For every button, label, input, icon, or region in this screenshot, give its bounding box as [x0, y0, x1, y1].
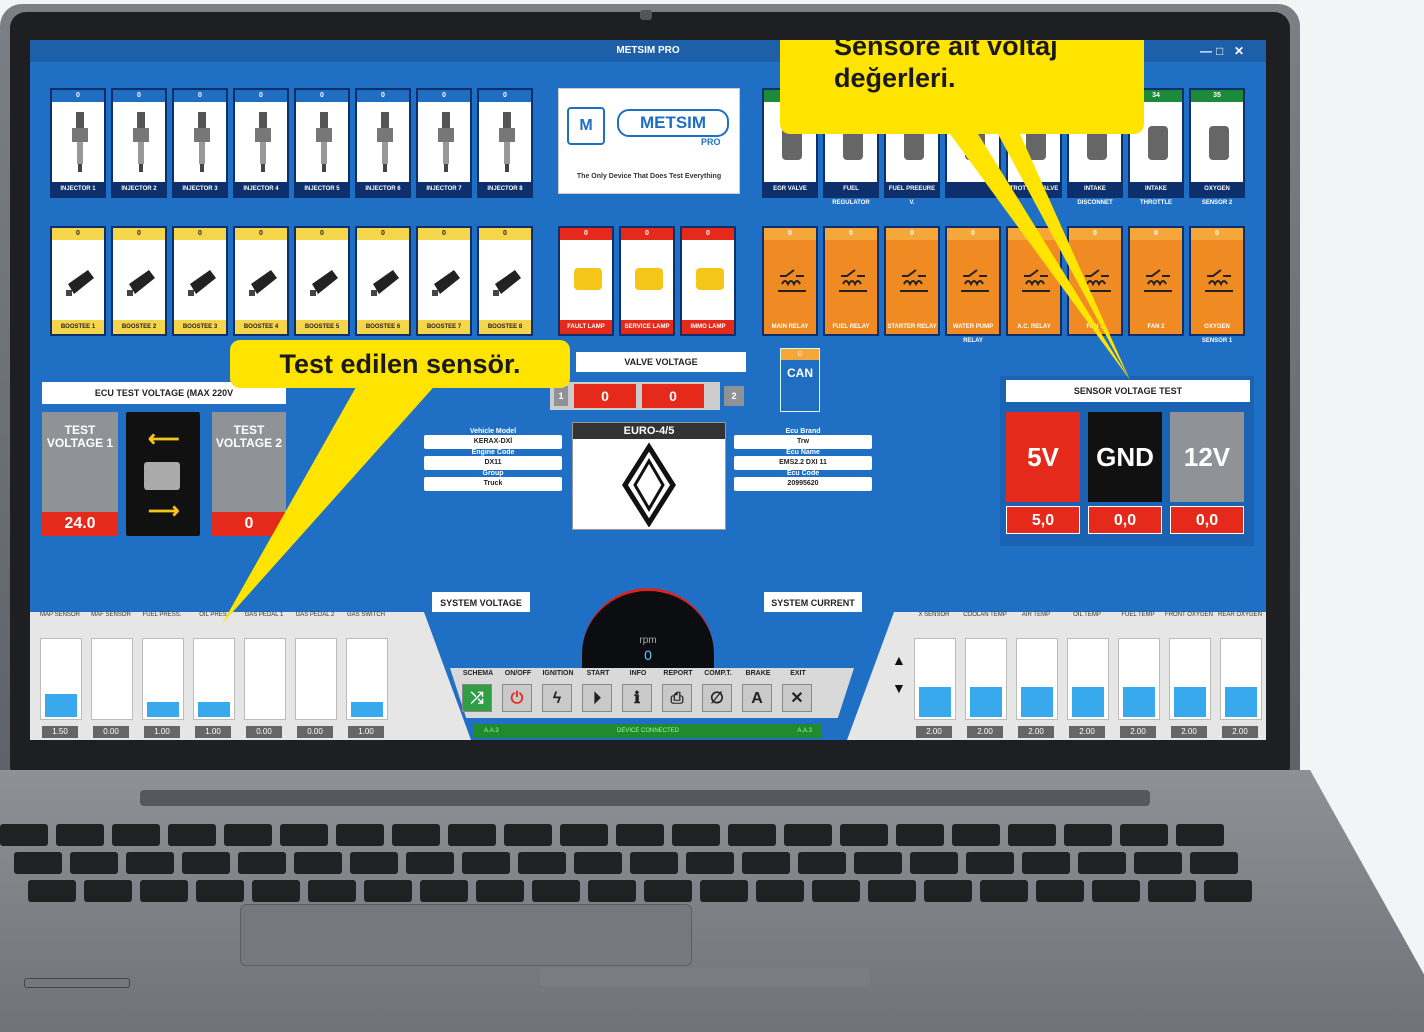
keyboard-key[interactable]: [1022, 852, 1070, 874]
callout-pointer-sensor-a: [950, 134, 1130, 380]
keyboard-key[interactable]: [742, 852, 790, 874]
keyboard-key[interactable]: [126, 852, 174, 874]
keyboard-key[interactable]: [798, 852, 846, 874]
keyboard-key[interactable]: [364, 880, 412, 902]
keyboard-key[interactable]: [406, 852, 454, 874]
keyboard-key[interactable]: [56, 824, 104, 846]
keyboard-key[interactable]: [910, 852, 958, 874]
keyboard-key[interactable]: [966, 852, 1014, 874]
keyboard-key[interactable]: [1148, 880, 1196, 902]
keyboard-key[interactable]: [70, 852, 118, 874]
keyboard-key[interactable]: [980, 880, 1028, 902]
keyboard-key[interactable]: [1008, 824, 1056, 846]
keyboard-key[interactable]: [476, 880, 524, 902]
keyboard-key[interactable]: [140, 880, 188, 902]
keyboard-key[interactable]: [672, 824, 720, 846]
keyboard-key[interactable]: [280, 824, 328, 846]
keyboard-key[interactable]: [112, 824, 160, 846]
keyboard-key[interactable]: [1176, 824, 1224, 846]
keyboard-key[interactable]: [392, 824, 440, 846]
keyboard-key[interactable]: [854, 852, 902, 874]
laptop-base: [0, 770, 1424, 1032]
keyboard-key[interactable]: [196, 880, 244, 902]
keyboard-key[interactable]: [1078, 852, 1126, 874]
keyboard-key[interactable]: [532, 880, 580, 902]
keyboard-key[interactable]: [840, 824, 888, 846]
keyboard-key[interactable]: [504, 824, 552, 846]
keyboard-key[interactable]: [1064, 824, 1112, 846]
keyboard-key[interactable]: [784, 824, 832, 846]
touchpad-buttons[interactable]: [540, 968, 870, 986]
hinge: [140, 790, 1150, 806]
keyboard-key[interactable]: [560, 824, 608, 846]
touchpad[interactable]: [240, 904, 692, 966]
app-screen: METSIM PRO — □ ✕ 0 INJECTOR 1 0 INJECTOR 20…: [30, 40, 1266, 740]
keyboard-key[interactable]: [574, 852, 622, 874]
keyboard-key[interactable]: [182, 852, 230, 874]
webcam: [640, 10, 652, 20]
keyboard-key[interactable]: [0, 824, 48, 846]
keyboard-key[interactable]: [294, 852, 342, 874]
keyboard-key[interactable]: [1036, 880, 1084, 902]
keyboard-key[interactable]: [1204, 880, 1252, 902]
callout-pointers: [222, 134, 1130, 624]
keyboard-key[interactable]: [28, 880, 76, 902]
keyboard-key[interactable]: [448, 824, 496, 846]
keyboard-key[interactable]: [224, 824, 272, 846]
keyboard-key[interactable]: [644, 880, 692, 902]
keyboard-key[interactable]: [420, 880, 468, 902]
keyboard-key[interactable]: [616, 824, 664, 846]
keyboard-key[interactable]: [238, 852, 286, 874]
keyboard-key[interactable]: [952, 824, 1000, 846]
keyboard-key[interactable]: [1134, 852, 1182, 874]
keyboard-key[interactable]: [462, 852, 510, 874]
keyboard-key[interactable]: [868, 880, 916, 902]
keyboard-key[interactable]: [336, 824, 384, 846]
keyboard-key[interactable]: [1190, 852, 1238, 874]
keyboard-key[interactable]: [686, 852, 734, 874]
keyboard-key[interactable]: [1092, 880, 1140, 902]
keyboard-key[interactable]: [588, 880, 636, 902]
keyboard-key[interactable]: [308, 880, 356, 902]
keyboard-key[interactable]: [700, 880, 748, 902]
keyboard-key[interactable]: [1120, 824, 1168, 846]
keyboard-key[interactable]: [630, 852, 678, 874]
keyboard-key[interactable]: [728, 824, 776, 846]
callout-pointer-sensor-b: [998, 134, 1130, 380]
keyboard-key[interactable]: [756, 880, 804, 902]
keyboard-key[interactable]: [924, 880, 972, 902]
callout-tested-sensor: Test edilen sensör.: [230, 340, 570, 388]
keyboard-key[interactable]: [518, 852, 566, 874]
keyboard-key[interactable]: [168, 824, 216, 846]
keyboard-key[interactable]: [812, 880, 860, 902]
keyboard-key[interactable]: [896, 824, 944, 846]
callout-pointer-tested: [222, 380, 440, 624]
card-slot: [24, 978, 130, 988]
keyboard-key[interactable]: [84, 880, 132, 902]
keyboard-key[interactable]: [252, 880, 300, 902]
keyboard-key[interactable]: [14, 852, 62, 874]
keyboard-key[interactable]: [350, 852, 398, 874]
